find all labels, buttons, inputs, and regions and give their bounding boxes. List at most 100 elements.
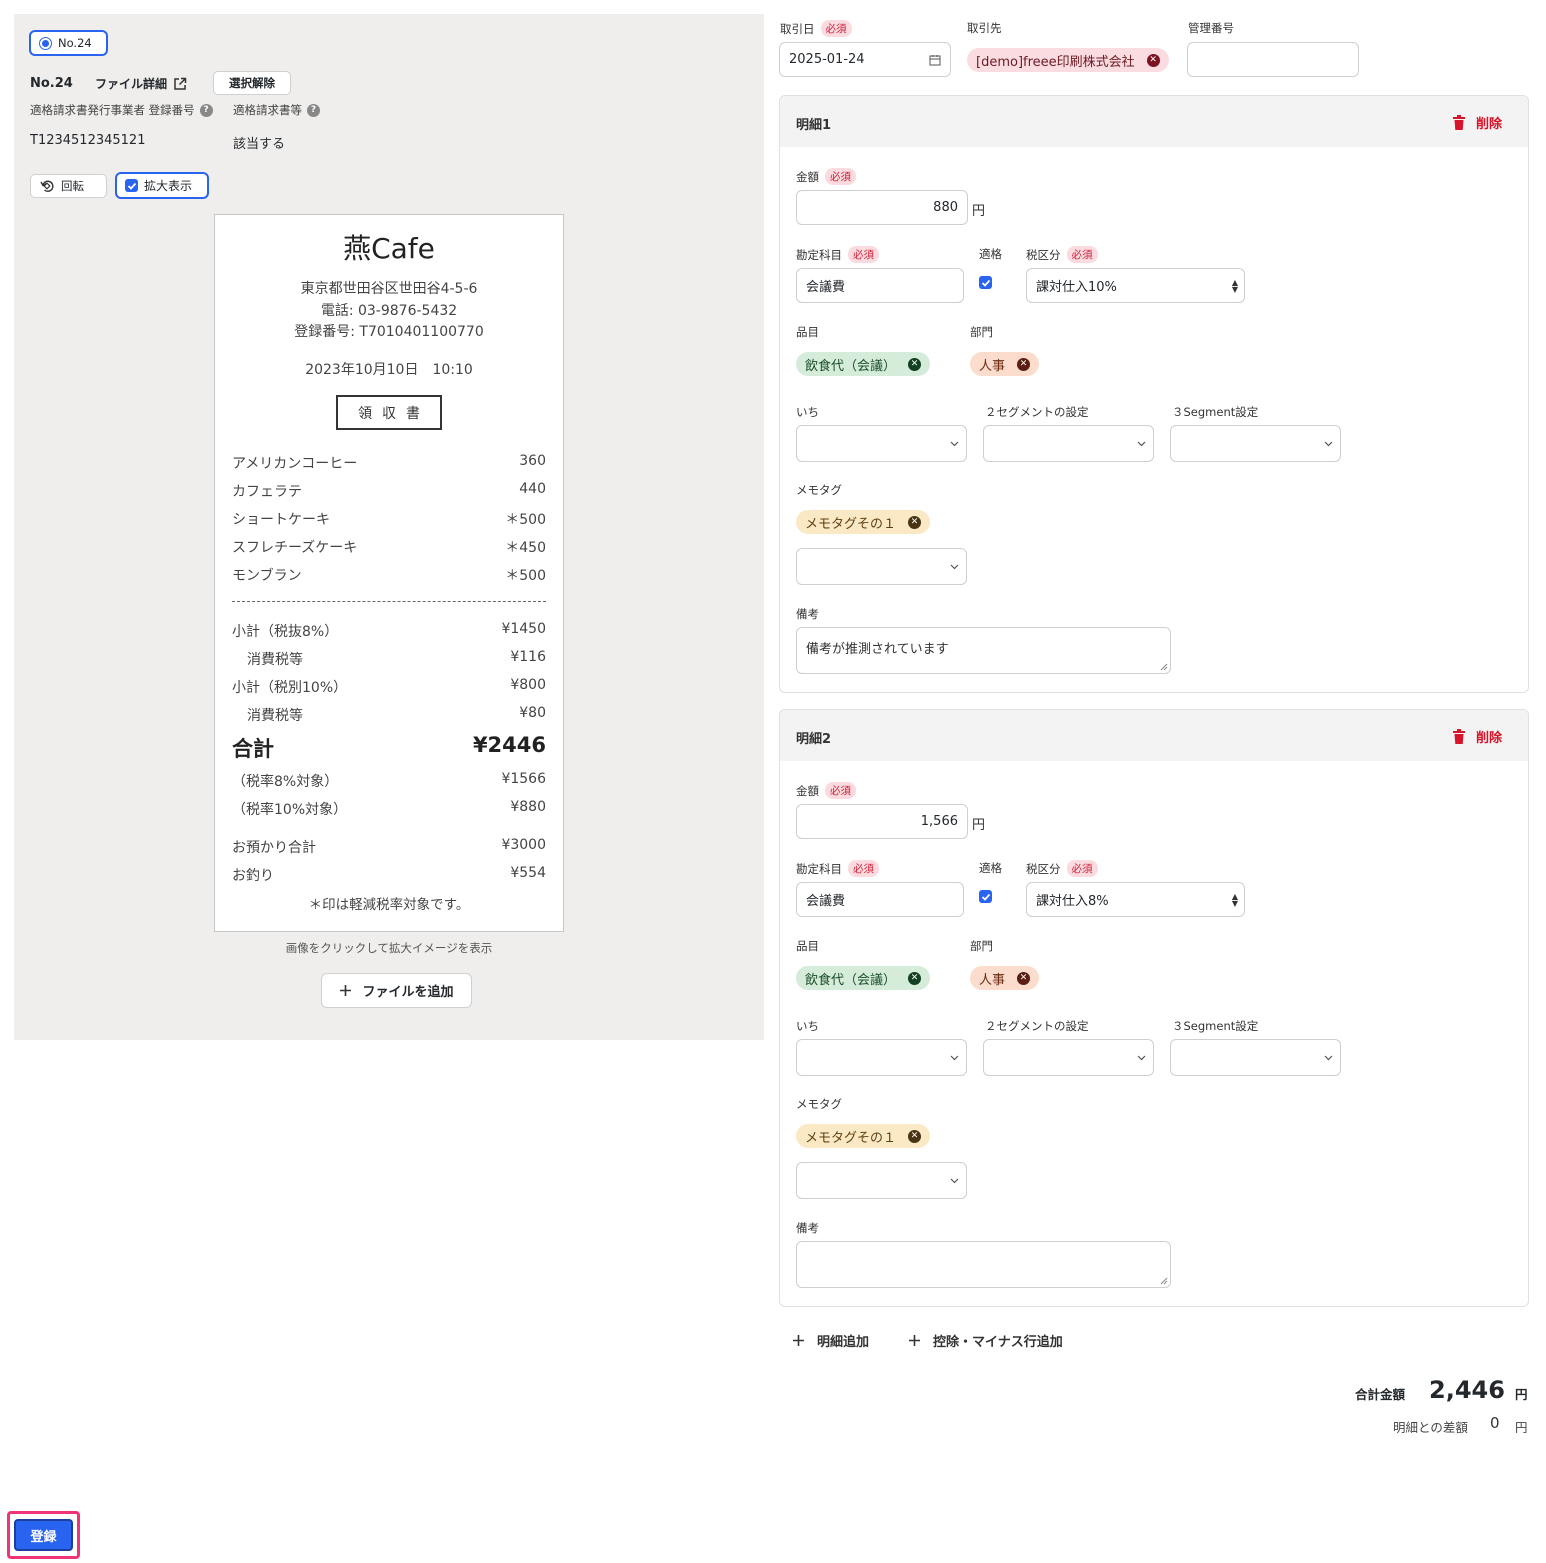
remarks-textarea[interactable] <box>796 1241 1171 1288</box>
remove-tag-icon[interactable]: ✕ <box>908 515 922 529</box>
delete-label: 削除 <box>1475 731 1502 746</box>
total-amount-label: 合計金額 <box>1355 1387 1406 1402</box>
chevron-down-icon <box>950 564 959 570</box>
resize-handle-icon[interactable] <box>1160 663 1168 671</box>
chevron-down-icon <box>1324 1055 1333 1061</box>
receipt-subtotal8-value: ¥1450 <box>501 621 546 637</box>
memo-tag[interactable]: メモタグその１ ✕ <box>796 1124 931 1148</box>
remove-tag-icon[interactable]: ✕ <box>1146 53 1160 67</box>
checkbox-checked-icon <box>125 179 138 192</box>
select-arrows-icon: ▲ ▼ <box>1231 278 1238 294</box>
required-badge: 必須 <box>825 782 856 799</box>
receipt-item-row: ショートケーキ ＊500 <box>232 509 546 529</box>
tax-label: 税区分 必須 <box>1026 860 1098 877</box>
memo-tag-label: メモタグ <box>796 483 842 497</box>
receipt-change-label: お釣り <box>232 868 274 884</box>
external-link-icon <box>174 77 187 90</box>
receipt-deposit-value: ¥3000 <box>501 837 546 853</box>
help-icon[interactable]: ? <box>307 103 320 117</box>
qualified-checkbox[interactable] <box>979 890 992 903</box>
item-tag[interactable]: 飲食代（会議） ✕ <box>796 966 931 990</box>
item-tag-label: 飲食代（会議） <box>805 358 897 374</box>
item-label: 品目 <box>796 325 819 339</box>
remove-tag-icon[interactable]: ✕ <box>1017 971 1031 985</box>
receipt-deposit-row: お預かり合計 ¥3000 <box>232 837 546 857</box>
difference-label: 明細との差額 <box>1393 1420 1468 1435</box>
amount-label: 金額 必須 <box>796 168 856 185</box>
line-card-header <box>780 96 1528 147</box>
remarks-textarea[interactable]: 備考が推測されています <box>796 627 1171 674</box>
calendar-icon[interactable] <box>929 54 941 66</box>
receipt-item-name: モンブラン <box>232 568 302 584</box>
tax-select[interactable]: 課対仕入8% ▲ ▼ <box>1026 882 1245 917</box>
segment3-select[interactable] <box>1170 1039 1341 1076</box>
segment1-select[interactable] <box>796 1039 967 1076</box>
add-line-button[interactable]: 明細追加 <box>792 1331 869 1350</box>
remove-tag-icon[interactable]: ✕ <box>908 357 922 371</box>
delete-line-button[interactable]: 削除 <box>1452 727 1502 746</box>
receipt-rate8-label: （税率8%対象） <box>232 774 339 790</box>
manage-number-input[interactable] <box>1187 42 1359 77</box>
file-detail-link[interactable]: ファイル詳細 <box>95 75 187 92</box>
tax-label: 税区分 必須 <box>1026 246 1098 263</box>
item-tag[interactable]: 飲食代（会議） ✕ <box>796 352 931 376</box>
zoom-toggle[interactable]: 拡大表示 <box>115 172 209 199</box>
segment1-label: いち <box>796 405 819 419</box>
file-tab-no24[interactable]: No.24 <box>29 30 108 56</box>
image-hint: 画像をクリックして拡大イメージを表示 <box>285 941 493 955</box>
date-input[interactable]: 2025-01-24 <box>779 42 951 77</box>
date-value: 2025-01-24 <box>789 52 865 67</box>
help-icon[interactable]: ? <box>199 103 213 117</box>
receipt-phone: 電話: 03-9876-5432 <box>320 303 458 319</box>
delete-line-button[interactable]: 削除 <box>1452 113 1502 132</box>
memo-tag-select[interactable] <box>796 1162 967 1199</box>
receipt-subtotal10-value: ¥800 <box>510 677 546 693</box>
amount-label-text: 金額 <box>796 169 819 184</box>
account-input[interactable]: 会議費 <box>796 882 964 917</box>
deselect-button[interactable]: 選択解除 <box>213 71 291 95</box>
amount-label-text: 金額 <box>796 783 819 798</box>
dept-tag[interactable]: 人事 ✕ <box>970 966 1040 990</box>
difference-value: 0 <box>1490 1414 1500 1432</box>
rotate-button[interactable]: 回転 <box>30 174 107 198</box>
amount-input[interactable]: 1,566 <box>796 804 968 839</box>
receipt-image[interactable]: 燕Cafe 東京都世田谷区世田谷4-5-6 電話: 03-9876-5432 登… <box>214 214 564 932</box>
receipt-item-name: アメリカンコーヒー <box>232 456 358 472</box>
add-minus-line-button[interactable]: 控除・マイナス行追加 <box>908 1331 1063 1350</box>
partner-tag[interactable]: [demo]freee印刷株式会社 ✕ <box>967 48 1169 72</box>
receipt-item-price: 360 <box>519 453 546 469</box>
dept-tag[interactable]: 人事 ✕ <box>970 352 1040 376</box>
segment1-select[interactable] <box>796 425 967 462</box>
receipt-item-row: アメリカンコーヒー 360 <box>232 453 546 473</box>
file-number: No.24 <box>30 76 73 91</box>
file-detail-label: ファイル詳細 <box>95 77 168 91</box>
required-badge: 必須 <box>1066 860 1098 877</box>
remarks-value: 備考が推測されています <box>806 642 949 657</box>
remove-tag-icon[interactable]: ✕ <box>1017 357 1031 371</box>
remove-tag-icon[interactable]: ✕ <box>908 971 922 985</box>
qualified-label: 適格 <box>979 247 1002 261</box>
segment3-select[interactable] <box>1170 425 1341 462</box>
invoice-type-label: 適格請求書等 ? <box>233 102 320 118</box>
memo-tag-select[interactable] <box>796 548 967 585</box>
receipt-tax10-row: 消費税等 ¥80 <box>232 705 546 725</box>
dept-label: 部門 <box>970 325 993 339</box>
qualified-checkbox[interactable] <box>979 276 992 289</box>
segment3-label: ３Segment設定 <box>1172 405 1259 419</box>
account-label: 勘定科目 必須 <box>796 860 879 877</box>
remove-tag-icon[interactable]: ✕ <box>908 1129 922 1143</box>
submit-button[interactable]: 登録 <box>14 1519 73 1551</box>
amount-input[interactable]: 880 <box>796 190 968 225</box>
chevron-down-icon <box>1324 441 1333 447</box>
submit-highlight: 登録 <box>7 1511 80 1559</box>
segment2-select[interactable] <box>983 425 1154 462</box>
add-file-button[interactable]: ファイルを追加 <box>321 973 472 1008</box>
chevron-down-icon <box>950 1055 959 1061</box>
invoice-type-value: 該当する <box>233 137 286 152</box>
segment2-select[interactable] <box>983 1039 1154 1076</box>
memo-tag[interactable]: メモタグその１ ✕ <box>796 510 931 534</box>
tax-select[interactable]: 課対仕入10% ▲ ▼ <box>1026 268 1245 303</box>
resize-handle-icon[interactable] <box>1160 1277 1168 1285</box>
receipt-total-label: 合計 <box>232 737 274 761</box>
account-input[interactable]: 会議費 <box>796 268 964 303</box>
